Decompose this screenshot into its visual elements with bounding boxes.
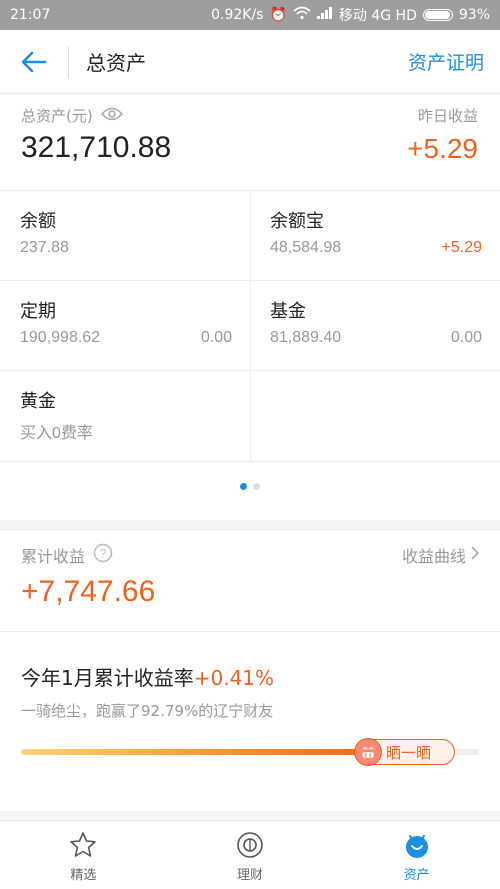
monthly-rate-value: +0.41% (193, 666, 275, 690)
tab-finance[interactable]: 理财 (167, 821, 334, 889)
asset-name: 余额 (20, 211, 56, 232)
eye-icon[interactable] (100, 107, 123, 125)
asset-name: 余额宝 (270, 211, 324, 232)
help-icon[interactable]: ? (93, 543, 113, 567)
asset-value: 81,889.40 (270, 329, 342, 346)
total-assets-value: 321,710.88 (21, 131, 172, 164)
tab-assets[interactable]: 资产 (333, 821, 500, 889)
page-dot[interactable] (253, 483, 260, 490)
total-assets-label-row: 总资产(元) (21, 105, 123, 126)
share-button[interactable]: 晒一晒 (354, 738, 455, 766)
share-label: 晒一晒 (386, 743, 432, 762)
asset-cell-fixed-term[interactable]: 定期 190,998.62 0.00 (0, 280, 250, 370)
page-dot-active[interactable] (240, 483, 247, 490)
asset-proof-link[interactable]: 资产证明 (408, 48, 484, 75)
asset-value: 190,998.62 (20, 329, 101, 346)
asset-earnings: 0.00 (450, 329, 482, 346)
battery-percent: 93% (458, 7, 490, 23)
earnings-curve-label: 收益曲线 (401, 547, 466, 566)
network-speed: 0.92K/s (211, 7, 264, 23)
asset-earnings: 0.00 (200, 329, 232, 346)
assets-icon (405, 835, 428, 858)
chevron-right-icon (470, 545, 480, 565)
tab-label: 精选 (70, 868, 97, 883)
page-indicator (0, 483, 500, 490)
asset-value: 237.88 (20, 239, 69, 256)
status-bar: 21:07 0.92K/s ⏰ 移动 4G HD 93% (0, 0, 500, 30)
wifi-icon (293, 6, 311, 24)
asset-value: 买入0费率 (20, 425, 93, 442)
alarm-icon: ⏰ (269, 7, 287, 23)
asset-cell-yuebao[interactable]: 余额宝 48,584.98 +5.29 (250, 190, 500, 280)
tab-bar: 精选 理财 资产 (0, 820, 500, 889)
asset-name: 基金 (270, 301, 306, 322)
divider (0, 461, 500, 462)
rank-subtitle: 一骑绝尘，跑赢了92.79%的辽宁财友 (21, 702, 274, 720)
back-arrow-icon (21, 51, 47, 72)
asset-cell-gold[interactable]: 黄金 买入0费率 (0, 370, 250, 460)
back-button[interactable] (0, 30, 68, 94)
yesterday-earnings-value: +5.29 (407, 133, 478, 164)
svg-text:?: ? (100, 547, 107, 561)
nav-separator (68, 45, 69, 78)
rank-progress-fill (21, 749, 383, 755)
page-title: 总资产 (86, 51, 146, 75)
yesterday-earnings-label: 昨日收益 (417, 107, 478, 125)
tab-label: 理财 (237, 868, 264, 883)
asset-name: 黄金 (20, 391, 56, 412)
monthly-rate-heading: 今年1月累计收益率+0.41% (21, 662, 274, 691)
finance-icon (237, 832, 263, 858)
asset-cell-balance[interactable]: 余额 237.88 (0, 190, 250, 280)
signal-icon (316, 7, 333, 23)
asset-value: 48,584.98 (270, 239, 342, 256)
star-icon (70, 832, 97, 857)
earnings-card: 累计收益 ? 收益曲线 +7,747.66 今年1月累计收益率+0.41% 一骑… (0, 531, 500, 811)
carrier-label: 移动 4G HD (338, 8, 417, 24)
divider (0, 631, 500, 632)
cumulative-earnings-value: +7,747.66 (21, 575, 156, 608)
cumulative-earnings-label-row: 累计收益 ? (21, 543, 113, 567)
tab-featured[interactable]: 精选 (0, 821, 167, 889)
asset-earnings: +5.29 (441, 239, 482, 256)
asset-cell-fund[interactable]: 基金 81,889.40 0.00 (250, 280, 500, 370)
cumulative-earnings-label: 累计收益 (21, 547, 86, 566)
assets-card: 总资产(元) 321,710.88 昨日收益 +5.29 余额 237.88 余… (0, 95, 500, 520)
monthly-rate-label: 今年1月累计收益率 (21, 666, 194, 690)
asset-name: 定期 (20, 301, 56, 322)
battery-icon (422, 9, 453, 21)
status-time: 21:07 (10, 7, 51, 23)
grin-face-icon (354, 738, 382, 766)
total-assets-label: 总资产(元) (21, 107, 93, 125)
earnings-curve-link[interactable]: 收益曲线 (402, 543, 480, 567)
tab-label: 资产 (403, 868, 430, 883)
navigation-bar: 总资产 资产证明 (0, 30, 500, 94)
